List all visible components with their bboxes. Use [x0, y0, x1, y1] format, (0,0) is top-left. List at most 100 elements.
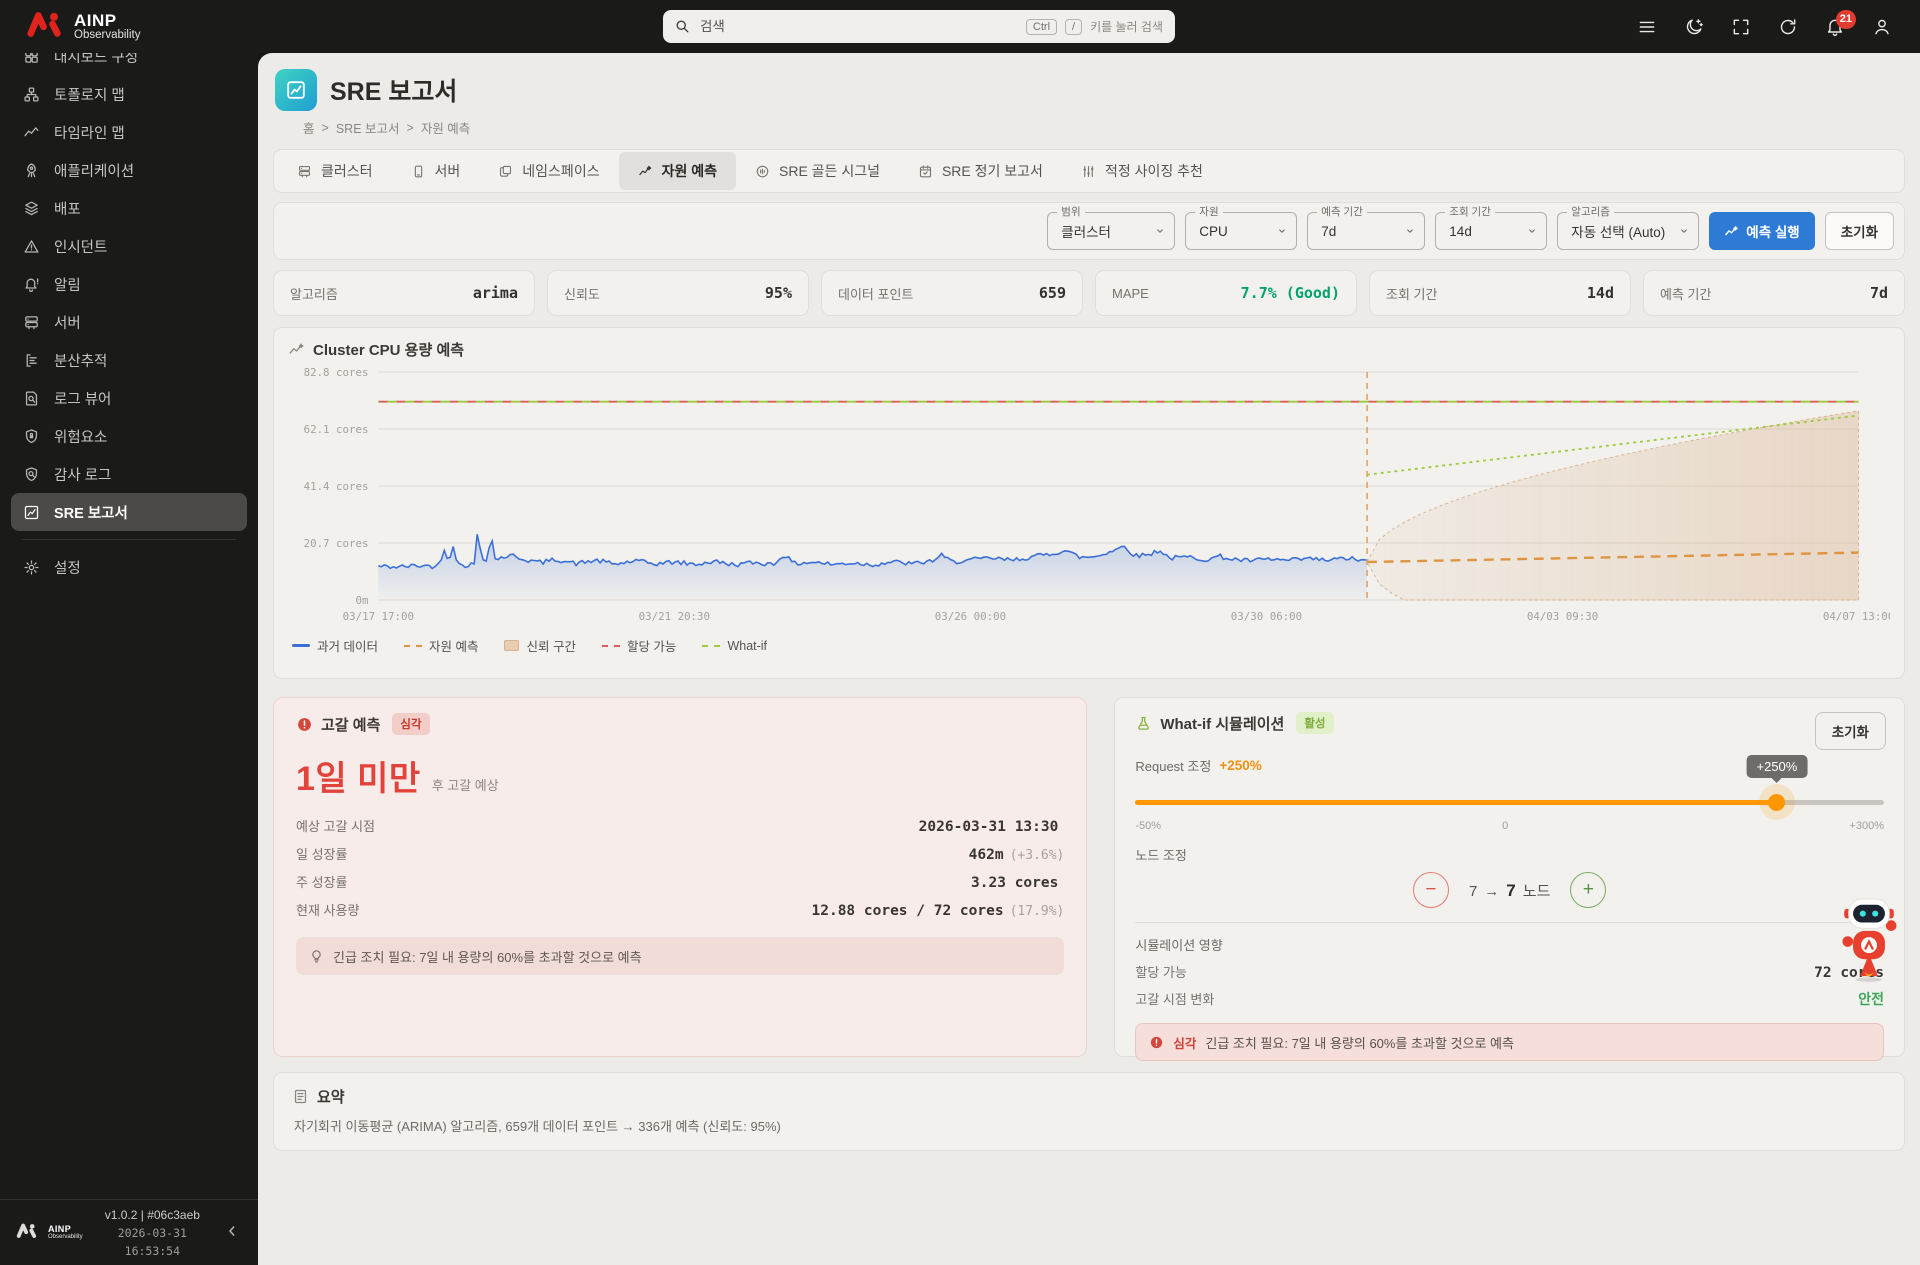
theme-toggle-button[interactable]: [1676, 9, 1712, 45]
main-content: SRE 보고서 홈 > SRE 보고서 > 자원 예측 클러스터 서버 네임스페이스…: [258, 53, 1920, 1265]
sidebar-item-audit-log[interactable]: 감사 로그: [11, 455, 247, 493]
alert-circle-icon: [1149, 1035, 1164, 1050]
filter-select-forecast-period[interactable]: 예측 기간 7d: [1307, 206, 1426, 250]
global-search[interactable]: Ctrl / 키를 눌러 검색: [663, 10, 1175, 43]
notifications-button[interactable]: 21: [1817, 9, 1856, 45]
server-icon: [297, 164, 312, 179]
stats-row: 알고리즘 arima 신뢰도 95% 데이터 포인트 659 MAPE 7.7% (Good)…: [273, 270, 1905, 316]
select-label: 범위: [1057, 206, 1085, 218]
brand-subtitle: Observability: [74, 28, 141, 41]
tab-resource-forecast[interactable]: 자원 예측: [618, 152, 736, 190]
sidebar-item-alert[interactable]: 알림: [11, 265, 247, 303]
sidebar-item-deploy[interactable]: 배포: [11, 189, 247, 227]
stat-label: 알고리즘: [290, 286, 338, 302]
node-to: 7: [1506, 880, 1516, 900]
exhaustion-tip-text: 긴급 조치 필요: 7일 내 용량의 60%를 초과할 것으로 예측: [333, 949, 642, 965]
breadcrumb-sre-report[interactable]: SRE 보고서: [336, 118, 400, 137]
legend-label: 과거 데이터: [317, 640, 378, 654]
tab-label: 클러스터: [321, 163, 373, 179]
filter-select-lookback-period[interactable]: 조회 기간 14d: [1435, 206, 1548, 250]
tab-server[interactable]: 서버: [392, 152, 480, 190]
chevron-down-icon: [1525, 224, 1539, 238]
whatif-reset-button[interactable]: 초기화: [1814, 712, 1886, 750]
fullscreen-button[interactable]: [1723, 9, 1759, 45]
tab-golden-signal[interactable]: SRE 골든 시그널: [736, 152, 899, 190]
row-value: 안전: [1858, 991, 1884, 1007]
request-slider[interactable]: +250%: [1135, 755, 1884, 820]
node-increase-button[interactable]: +: [1570, 872, 1607, 908]
search-input[interactable]: [698, 18, 1018, 35]
stat-label: 조회 기간: [1386, 286, 1438, 302]
timeline-icon: [23, 124, 40, 141]
sidebar-item-incident[interactable]: 인시던트: [11, 227, 247, 265]
filter-select-scope[interactable]: 범위 클러스터: [1047, 206, 1176, 250]
topology-icon: [23, 86, 40, 103]
legend-item-3[interactable]: 할당 가능: [601, 636, 677, 655]
user-icon: [1872, 17, 1892, 37]
footer-brand-subtitle: Observability: [48, 1233, 83, 1240]
row-label: 주 성장률: [296, 875, 348, 890]
tab-namespace[interactable]: 네임스페이스: [479, 152, 618, 190]
warning-icon: [23, 238, 40, 255]
stat-card-mape: MAPE 7.7% (Good): [1095, 270, 1357, 316]
sidebar-collapse-button[interactable]: [222, 1221, 242, 1244]
tab-label: 네임스페이스: [522, 163, 600, 179]
breadcrumb-separator: >: [406, 120, 414, 135]
sidebar-item-server[interactable]: 서버: [11, 303, 247, 341]
legend-swatch: [403, 644, 422, 647]
sidebar-item-label: 알림: [54, 277, 81, 294]
sidebar-item-application[interactable]: 애플리케이션: [11, 151, 247, 189]
svg-text:04/07 13:00: 04/07 13:00: [1823, 610, 1890, 623]
sidebar-item-sre-report[interactable]: SRE 보고서: [11, 493, 247, 531]
reset-filters-button[interactable]: 초기화: [1824, 212, 1894, 250]
legend-item-4[interactable]: What-if: [702, 639, 767, 653]
request-adjust-label: Request 조정: [1135, 759, 1212, 774]
sidebar-item-dashboard-config[interactable]: 대시보드 구성: [11, 53, 247, 75]
legend-label: 할당 가능: [626, 640, 677, 654]
run-forecast-button[interactable]: 예측 실행: [1709, 212, 1815, 250]
breadcrumb-resource-forecast: 자원 예측: [420, 122, 471, 136]
chart-title: Cluster CPU 용량 예측: [313, 342, 465, 359]
stat-label: 예측 기간: [1660, 286, 1712, 302]
stat-value: 95%: [764, 284, 792, 302]
tab-periodic-report[interactable]: SRE 정기 보고서: [899, 152, 1062, 190]
brand-logo[interactable]: AINP Observability: [0, 9, 140, 44]
tab-cluster[interactable]: 클러스터: [278, 152, 392, 190]
legend-item-2[interactable]: 신뢰 구간: [504, 636, 576, 655]
row-label: 고갈 시점 변화: [1135, 992, 1215, 1007]
kbd-ctrl: Ctrl: [1025, 18, 1058, 35]
chevron-down-icon: [1677, 224, 1691, 238]
sidebar-item-tracing[interactable]: 분산추적: [11, 341, 247, 379]
sidebar-item-label: 설정: [54, 560, 81, 577]
refresh-button[interactable]: [1770, 9, 1806, 45]
svg-text:03/26 00:00: 03/26 00:00: [935, 610, 1006, 623]
profile-button[interactable]: [1864, 9, 1900, 45]
stat-value: 7.7% (Good): [1240, 284, 1340, 302]
sidebar-item-settings[interactable]: 설정: [11, 548, 247, 586]
sidebar-item-label: 인시던트: [54, 239, 108, 256]
svg-text:0m: 0m: [356, 594, 369, 607]
sidebar-item-log-viewer[interactable]: 로그 뷰어: [11, 379, 247, 417]
hamburger-icon: [1637, 17, 1657, 37]
whatif-alert: 심각 긴급 조치 필요: 7일 내 용량의 60%를 초과할 것으로 예측: [1135, 1023, 1884, 1061]
breadcrumb-home[interactable]: 홈: [303, 118, 315, 137]
svg-text:82.8 cores: 82.8 cores: [304, 366, 369, 379]
node-decrease-button[interactable]: −: [1412, 872, 1449, 908]
legend-item-0[interactable]: 과거 데이터: [292, 636, 378, 655]
sidebar-item-timeline-map[interactable]: 타임라인 맵: [11, 113, 247, 151]
slider-fill: [1135, 800, 1777, 805]
menu-button[interactable]: [1629, 9, 1665, 45]
filter-select-algorithm[interactable]: 알고리즘 자동 선택 (Auto): [1557, 206, 1700, 250]
legend-swatch: [601, 644, 620, 647]
sidebar-item-risk[interactable]: 위험요소: [11, 417, 247, 455]
filter-select-resource[interactable]: 자원 CPU: [1185, 206, 1298, 250]
slider-thumb[interactable]: [1758, 784, 1795, 820]
exhaustion-headline: 1일 미만 후 고갈 예상: [296, 751, 1064, 800]
legend-item-1[interactable]: 자원 예측: [403, 636, 478, 655]
svg-text:03/17 17:00: 03/17 17:00: [343, 610, 414, 623]
tab-sizing-recommend[interactable]: 적정 사이징 추천: [1062, 152, 1222, 190]
breadcrumb: 홈 > SRE 보고서 > 자원 예측: [303, 118, 1905, 137]
sidebar-item-topology-map[interactable]: 토폴로지 맵: [11, 75, 247, 113]
row-label: 예상 고갈 시점: [296, 819, 375, 834]
cpu-forecast-chart[interactable]: 82.8 cores 62.1 cores 41.4 cores 20.7 cores…: [288, 362, 1890, 634]
